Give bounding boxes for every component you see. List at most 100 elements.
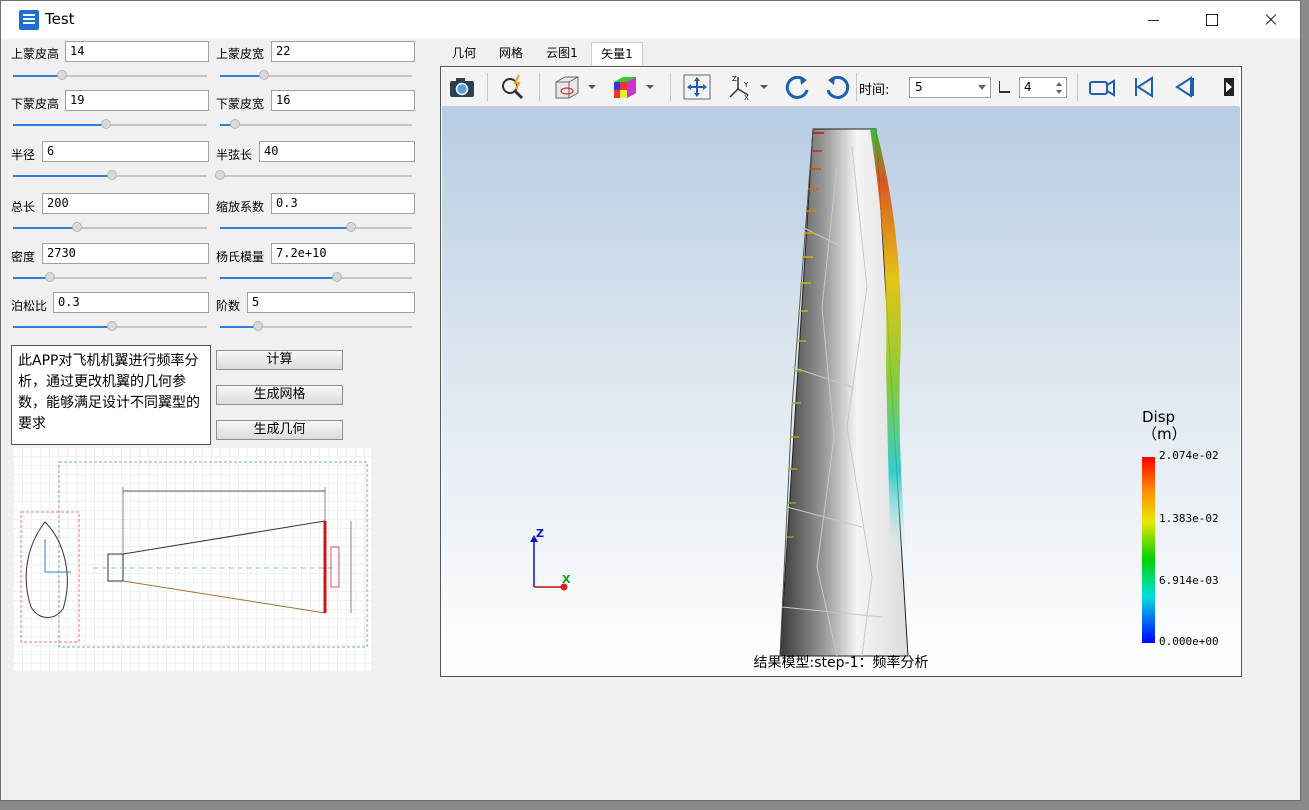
generate-mesh-button[interactable]: 生成网格: [216, 385, 343, 405]
axis-triad: Z X: [530, 527, 571, 591]
slider-handle[interactable]: [106, 321, 117, 331]
rotate-ccw-icon[interactable]: [822, 73, 852, 101]
legend-tick-min: 0.000e+00: [1159, 635, 1219, 648]
legend-title-line1: Disp: [1142, 408, 1176, 426]
lower-skin-width-slider[interactable]: [220, 119, 412, 131]
svg-text:Z: Z: [732, 75, 737, 83]
mode-order-field[interactable]: 5: [247, 292, 415, 313]
radius-field[interactable]: 6: [42, 141, 209, 162]
record-video-icon[interactable]: [1087, 73, 1117, 101]
youngs-modulus-slider[interactable]: [220, 272, 412, 284]
density-field[interactable]: 2730: [42, 243, 209, 264]
svg-text:Y: Y: [743, 81, 749, 89]
axis-x-label: X: [562, 573, 571, 586]
time-select[interactable]: 5: [909, 77, 991, 98]
color-cube-icon[interactable]: [610, 73, 656, 101]
lower-skin-height-slider[interactable]: [13, 119, 207, 131]
label-scale-factor: 缩放系数: [216, 200, 265, 214]
slider-handle[interactable]: [44, 272, 55, 282]
time-label: 时间:: [859, 83, 890, 98]
radius-slider[interactable]: [13, 170, 207, 182]
slider-handle[interactable]: [215, 170, 225, 180]
legend-tick-max: 2.074e-02: [1159, 449, 1219, 462]
spin-down-icon[interactable]: [1056, 90, 1062, 94]
label-radius: 半径: [11, 148, 36, 162]
close-button[interactable]: [1241, 1, 1299, 39]
slider-handle[interactable]: [332, 272, 343, 282]
label-upper-skin-width: 上蒙皮宽: [216, 47, 265, 61]
slider-handle[interactable]: [101, 119, 112, 129]
app-icon: [19, 10, 39, 30]
spin-up-icon[interactable]: [1056, 82, 1062, 86]
half-chord-field[interactable]: 40: [259, 141, 415, 162]
tab-vector-1[interactable]: 矢量1: [591, 42, 643, 65]
density-slider[interactable]: [13, 272, 207, 284]
rotate-cw-icon[interactable]: [783, 73, 813, 101]
camera-icon[interactable]: [447, 73, 477, 101]
tab-geometry[interactable]: 几何: [447, 42, 481, 64]
legend-color-bar: [1142, 457, 1155, 643]
label-lower-skin-width: 下蒙皮宽: [216, 97, 265, 111]
slider-handle[interactable]: [259, 70, 270, 80]
legend-tick-mid-high: 1.383e-02: [1159, 512, 1219, 525]
lower-skin-width-field[interactable]: 16: [271, 90, 415, 111]
frame-value: 4: [1024, 80, 1032, 94]
3d-viewport[interactable]: Z X Disp （m） 2.074e-02 1.383e-02 6.914e-0…: [442, 107, 1240, 676]
result-view: ZYX 时间: 5 4 Z X Disp （m） 2.074e-02 1.383…: [440, 66, 1242, 677]
label-upper-skin-height: 上蒙皮高: [11, 47, 60, 61]
label-poisson-ratio: 泊松比: [11, 299, 48, 313]
svg-text:X: X: [744, 94, 749, 101]
slider-handle[interactable]: [230, 119, 241, 129]
upper-skin-height-field[interactable]: 14: [65, 41, 209, 62]
tab-mesh[interactable]: 网格: [493, 42, 529, 64]
window-title: Test: [45, 10, 75, 28]
maximize-button[interactable]: [1182, 1, 1240, 39]
upper-skin-height-slider[interactable]: [13, 70, 207, 82]
scale-factor-field[interactable]: 0.3: [271, 193, 415, 214]
slider-handle[interactable]: [72, 222, 83, 232]
label-mode-order: 阶数: [216, 299, 241, 313]
slider-handle[interactable]: [253, 321, 264, 331]
fit-view-icon[interactable]: [682, 73, 712, 101]
lower-skin-height-field[interactable]: 19: [65, 90, 209, 111]
axes-icon[interactable]: ZYX: [724, 73, 770, 102]
poisson-ratio-field[interactable]: 0.3: [53, 292, 209, 313]
upper-skin-width-slider[interactable]: [220, 70, 412, 82]
axis-z-label: Z: [536, 527, 544, 540]
zoom-icon[interactable]: [498, 73, 528, 101]
label-lower-skin-height: 下蒙皮高: [11, 97, 60, 111]
label-half-chord: 半弦长: [216, 148, 253, 162]
youngs-modulus-field[interactable]: 7.2e+10: [271, 243, 415, 264]
scale-factor-slider[interactable]: [220, 222, 412, 234]
next-icon[interactable]: [1220, 73, 1238, 101]
chevron-down-icon: [978, 85, 986, 90]
app-description: 此APP对飞机机翼进行频率分析，通过更改机翼的几何参数，能够满足设计不同翼型的要…: [11, 345, 211, 445]
result-caption: 结果模型:step-1：频率分析: [753, 655, 929, 671]
view-cube-icon[interactable]: [552, 73, 598, 101]
previous-frame-icon[interactable]: [1169, 73, 1199, 101]
slider-handle[interactable]: [56, 70, 67, 80]
tab-contour-1[interactable]: 云图1: [541, 42, 583, 64]
total-length-field[interactable]: 200: [42, 193, 209, 214]
half-chord-slider[interactable]: [215, 170, 412, 182]
view-toolbar: ZYX 时间: 5 4: [442, 68, 1239, 107]
time-value: 5: [915, 80, 923, 94]
upper-skin-width-field[interactable]: 22: [271, 41, 415, 62]
app-window: Test 上蒙皮高 14 上蒙皮宽 22 下蒙皮高 19 下蒙皮宽 16 半径 …: [0, 0, 1301, 801]
slider-handle[interactable]: [345, 222, 356, 232]
total-length-slider[interactable]: [13, 222, 207, 234]
poisson-ratio-slider[interactable]: [13, 321, 207, 333]
label-total-length: 总长: [11, 200, 36, 214]
label-youngs-modulus: 杨氏模量: [216, 250, 265, 264]
first-frame-icon[interactable]: [1128, 73, 1158, 101]
step-marker-icon: [999, 81, 1010, 93]
legend-title: Disp （m）: [1142, 409, 1187, 443]
mode-order-slider[interactable]: [220, 321, 412, 333]
minimize-button[interactable]: [1124, 1, 1182, 39]
generate-geometry-button[interactable]: 生成几何: [216, 420, 343, 440]
compute-button[interactable]: 计算: [216, 350, 343, 370]
frame-spinbox[interactable]: 4: [1019, 77, 1067, 98]
slider-handle[interactable]: [106, 170, 117, 180]
label-density: 密度: [11, 250, 36, 264]
wing-sketch-image: [13, 447, 371, 671]
